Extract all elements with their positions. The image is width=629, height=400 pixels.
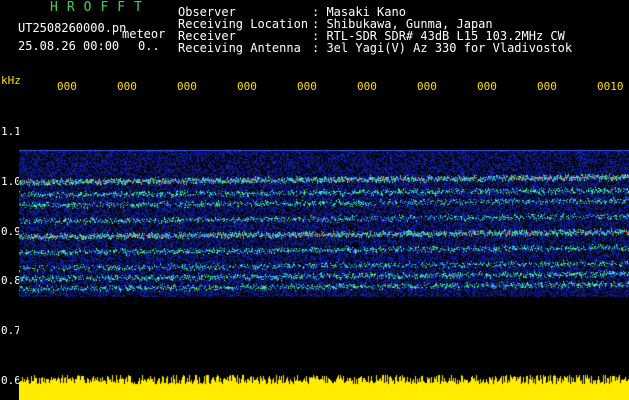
date-time: 25.08.26 00:00 <box>18 39 120 53</box>
counter: 0.. <box>138 39 160 53</box>
x-tick-label: 000 <box>237 80 257 93</box>
x-tick-label: 000 <box>297 80 317 93</box>
y-tick-label: 0.8 <box>1 274 21 287</box>
x-tick-label: 000 <box>357 80 377 93</box>
y-tick-label: 0.9 <box>1 225 21 238</box>
brand-title: HROFFT <box>50 0 151 15</box>
x-tick-label: 000 <box>177 80 197 93</box>
y-tick-label: 1.0 <box>1 175 21 188</box>
meta-key-antenna: Receiving Antenna <box>178 41 301 55</box>
waterfall-spectrogram <box>19 93 629 400</box>
y-tick-label: 1.1 <box>1 125 21 138</box>
x-tick-label: 000 <box>477 80 497 93</box>
x-tick-label: 000 <box>537 80 557 93</box>
y-tick-label: 0.6 <box>1 374 21 387</box>
x-tick-label: 000 <box>57 80 77 93</box>
file-name: UT2508260000.pn <box>18 21 127 35</box>
x-tick-label: 000 <box>417 80 437 93</box>
y-tick-label: 0.7 <box>1 324 21 337</box>
x-tick-label: 0010 <box>597 80 624 93</box>
meta-value-antenna: : 3el Yagi(V) Az 330 for Vladivostok <box>312 41 573 55</box>
x-tick-label: 000 <box>117 80 137 93</box>
y-axis-label: kHz <box>1 74 21 87</box>
